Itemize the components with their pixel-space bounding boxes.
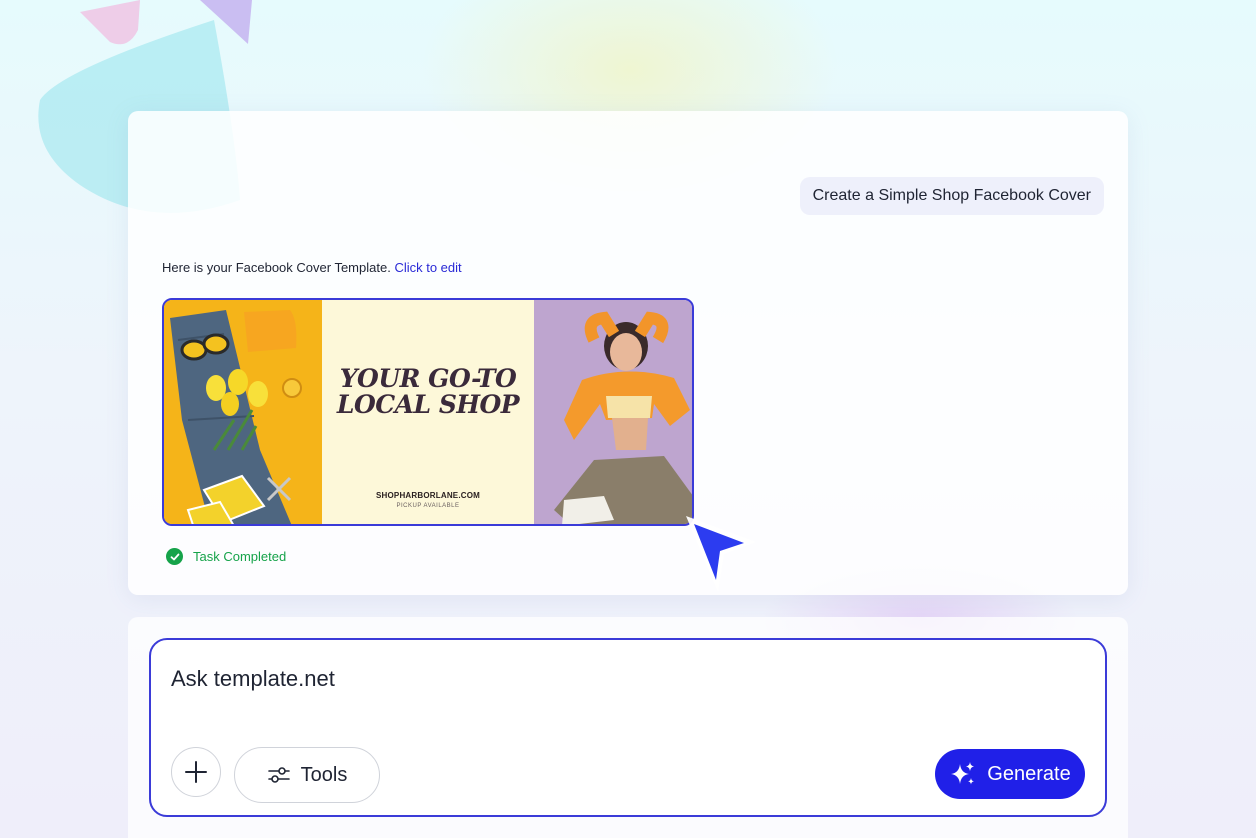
cover-website: SHOPHARBORLANE.COM [375,491,481,500]
chat-panel: Create a Simple Shop Facebook Cover Here… [128,111,1128,595]
plus-icon [185,761,207,783]
model-illustration [534,300,692,524]
facebook-cover-preview[interactable]: YOUR GO-TO LOCAL SHOP SHOPHARBORLANE.COM… [162,298,694,526]
sparkle-icon [951,762,975,785]
cover-flatlay-photo [164,300,322,524]
cover-model-photo [534,300,692,524]
prompt-input-box[interactable]: Ask template.net Tools Generate [149,638,1107,817]
tools-label: Tools [300,763,348,786]
generate-label: Generate [987,762,1071,785]
check-circle-icon [166,548,183,565]
assistant-reply: Here is your Facebook Cover Template. Cl… [162,260,462,275]
cover-text-panel: YOUR GO-TO LOCAL SHOP SHOPHARBORLANE.COM… [322,300,534,524]
cover-headline-line1: YOUR GO-TO [339,364,517,393]
click-to-edit-link[interactable]: Click to edit [394,260,461,275]
tools-button[interactable]: Tools [234,747,380,803]
task-status: Task Completed [166,548,286,565]
cover-headline-line2: LOCAL SHOP [336,390,520,419]
generate-button[interactable]: Generate [935,749,1085,799]
user-message-bubble: Create a Simple Shop Facebook Cover [799,177,1104,215]
prompt-input[interactable]: Ask template.net [171,666,335,692]
add-attachment-button[interactable] [171,747,221,797]
cover-headline: YOUR GO-TO LOCAL SHOP [322,366,534,418]
sliders-icon [267,767,290,783]
reply-text: Here is your Facebook Cover Template. [162,260,391,275]
cover-tagline: PICKUP AVAILABLE [396,503,460,509]
task-status-label: Task Completed [193,549,287,564]
pointer-cursor-icon [686,516,756,592]
flatlay-illustration [164,300,322,524]
composer-panel: Ask template.net Tools Generate [128,617,1128,838]
